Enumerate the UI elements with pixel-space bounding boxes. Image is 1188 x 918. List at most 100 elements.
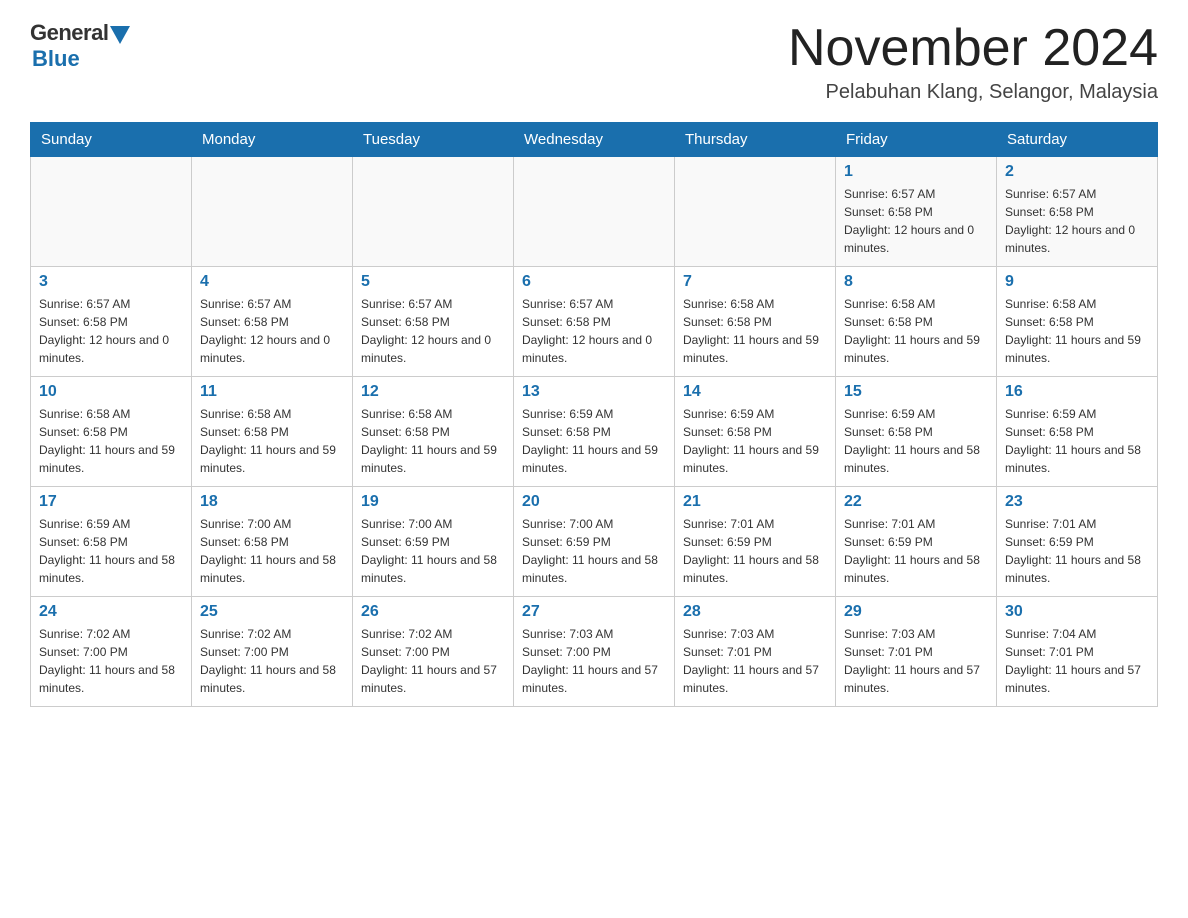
column-header-friday: Friday xyxy=(836,123,997,157)
day-number: 2 xyxy=(1005,163,1149,181)
calendar-cell: 30Sunrise: 7:04 AM Sunset: 7:01 PM Dayli… xyxy=(997,597,1158,707)
day-info: Sunrise: 7:01 AM Sunset: 6:59 PM Dayligh… xyxy=(683,515,827,587)
calendar-cell: 4 Sunrise: 6:57 AM Sunset: 6:58 PM Daylig… xyxy=(192,267,353,377)
calendar-cell: 11Sunrise: 6:58 AM Sunset: 6:58 PM Dayli… xyxy=(192,377,353,487)
day-number: 22 xyxy=(844,493,988,511)
column-header-thursday: Thursday xyxy=(675,123,836,157)
day-info: Sunrise: 7:00 AM Sunset: 6:59 PM Dayligh… xyxy=(522,515,666,587)
day-number: 18 xyxy=(200,493,344,511)
day-number: 9 xyxy=(1005,273,1149,291)
day-number: 3 xyxy=(39,273,183,291)
calendar-cell xyxy=(192,157,353,267)
calendar-cell: 9 Sunrise: 6:58 AM Sunset: 6:58 PM Daylig… xyxy=(997,267,1158,377)
calendar-cell: 3 Sunrise: 6:57 AM Sunset: 6:58 PM Daylig… xyxy=(31,267,192,377)
calendar-cell: 15Sunrise: 6:59 AM Sunset: 6:58 PM Dayli… xyxy=(836,377,997,487)
calendar-week-row: 10Sunrise: 6:58 AM Sunset: 6:58 PM Dayli… xyxy=(31,377,1158,487)
day-number: 13 xyxy=(522,383,666,401)
calendar-cell xyxy=(353,157,514,267)
day-number: 19 xyxy=(361,493,505,511)
month-title: November 2024 xyxy=(788,20,1158,77)
calendar-cell: 19 Sunrise: 7:00 AM Sunset: 6:59 PM Dayli… xyxy=(353,487,514,597)
day-number: 5 xyxy=(361,273,505,291)
day-number: 20 xyxy=(522,493,666,511)
calendar-cell: 22 Sunrise: 7:01 AM Sunset: 6:59 PM Dayli… xyxy=(836,487,997,597)
calendar-cell xyxy=(675,157,836,267)
day-number: 8 xyxy=(844,273,988,291)
calendar-week-row: 17 Sunrise: 6:59 AM Sunset: 6:58 PM Dayli… xyxy=(31,487,1158,597)
logo: General Blue xyxy=(30,20,130,72)
day-info: Sunrise: 7:00 AM Sunset: 6:58 PM Dayligh… xyxy=(200,515,344,587)
day-number: 4 xyxy=(200,273,344,291)
day-number: 16 xyxy=(1005,383,1149,401)
title-section: November 2024 Pelabuhan Klang, Selangor,… xyxy=(788,20,1158,104)
calendar-cell: 18 Sunrise: 7:00 AM Sunset: 6:58 PM Dayli… xyxy=(192,487,353,597)
calendar-cell: 12Sunrise: 6:58 AM Sunset: 6:58 PM Dayli… xyxy=(353,377,514,487)
calendar-cell: 16 Sunrise: 6:59 AM Sunset: 6:58 PM Dayli… xyxy=(997,377,1158,487)
day-info: Sunrise: 6:59 AM Sunset: 6:58 PM Dayligh… xyxy=(39,515,183,587)
day-number: 28 xyxy=(683,603,827,621)
day-info: Sunrise: 7:00 AM Sunset: 6:59 PM Dayligh… xyxy=(361,515,505,587)
logo-blue-text: Blue xyxy=(32,46,80,72)
day-info: Sunrise: 6:59 AM Sunset: 6:58 PM Dayligh… xyxy=(1005,405,1149,477)
day-number: 27 xyxy=(522,603,666,621)
calendar-cell: 24 Sunrise: 7:02 AM Sunset: 7:00 PM Dayli… xyxy=(31,597,192,707)
day-number: 25 xyxy=(200,603,344,621)
day-info: Sunrise: 7:02 AM Sunset: 7:00 PM Dayligh… xyxy=(361,625,505,697)
calendar-cell: 10Sunrise: 6:58 AM Sunset: 6:58 PM Dayli… xyxy=(31,377,192,487)
logo-general-text: General xyxy=(30,20,108,46)
calendar-header-row: SundayMondayTuesdayWednesdayThursdayFrid… xyxy=(31,123,1158,157)
calendar-cell: 14Sunrise: 6:59 AM Sunset: 6:58 PM Dayli… xyxy=(675,377,836,487)
day-number: 24 xyxy=(39,603,183,621)
day-number: 30 xyxy=(1005,603,1149,621)
day-number: 1 xyxy=(844,163,988,181)
calendar-cell xyxy=(31,157,192,267)
day-number: 7 xyxy=(683,273,827,291)
calendar-cell: 1 Sunrise: 6:57 AM Sunset: 6:58 PM Daylig… xyxy=(836,157,997,267)
day-info: Sunrise: 6:58 AM Sunset: 6:58 PM Dayligh… xyxy=(39,405,183,477)
calendar-week-row: 24 Sunrise: 7:02 AM Sunset: 7:00 PM Dayli… xyxy=(31,597,1158,707)
column-header-monday: Monday xyxy=(192,123,353,157)
day-info: Sunrise: 7:02 AM Sunset: 7:00 PM Dayligh… xyxy=(200,625,344,697)
calendar-table: SundayMondayTuesdayWednesdayThursdayFrid… xyxy=(30,122,1158,707)
day-number: 11 xyxy=(200,383,344,401)
calendar-cell: 8Sunrise: 6:58 AM Sunset: 6:58 PM Daylig… xyxy=(836,267,997,377)
page-header: General Blue November 2024 Pelabuhan Kla… xyxy=(30,20,1158,104)
day-info: Sunrise: 6:59 AM Sunset: 6:58 PM Dayligh… xyxy=(522,405,666,477)
calendar-cell: 21Sunrise: 7:01 AM Sunset: 6:59 PM Dayli… xyxy=(675,487,836,597)
calendar-cell: 29 Sunrise: 7:03 AM Sunset: 7:01 PM Dayli… xyxy=(836,597,997,707)
day-info: Sunrise: 6:58 AM Sunset: 6:58 PM Dayligh… xyxy=(683,295,827,367)
day-info: Sunrise: 7:01 AM Sunset: 6:59 PM Dayligh… xyxy=(844,515,988,587)
calendar-cell: 5Sunrise: 6:57 AM Sunset: 6:58 PM Daylig… xyxy=(353,267,514,377)
calendar-cell: 20 Sunrise: 7:00 AM Sunset: 6:59 PM Dayli… xyxy=(514,487,675,597)
day-number: 17 xyxy=(39,493,183,511)
day-info: Sunrise: 7:02 AM Sunset: 7:00 PM Dayligh… xyxy=(39,625,183,697)
day-info: Sunrise: 6:57 AM Sunset: 6:58 PM Dayligh… xyxy=(39,295,183,367)
calendar-cell: 17 Sunrise: 6:59 AM Sunset: 6:58 PM Dayli… xyxy=(31,487,192,597)
calendar-week-row: 1 Sunrise: 6:57 AM Sunset: 6:58 PM Daylig… xyxy=(31,157,1158,267)
calendar-cell: 2 Sunrise: 6:57 AM Sunset: 6:58 PM Daylig… xyxy=(997,157,1158,267)
calendar-week-row: 3 Sunrise: 6:57 AM Sunset: 6:58 PM Daylig… xyxy=(31,267,1158,377)
calendar-cell: 28Sunrise: 7:03 AM Sunset: 7:01 PM Dayli… xyxy=(675,597,836,707)
day-info: Sunrise: 6:57 AM Sunset: 6:58 PM Dayligh… xyxy=(522,295,666,367)
day-info: Sunrise: 6:57 AM Sunset: 6:58 PM Dayligh… xyxy=(1005,185,1149,257)
day-info: Sunrise: 7:01 AM Sunset: 6:59 PM Dayligh… xyxy=(1005,515,1149,587)
day-info: Sunrise: 6:58 AM Sunset: 6:58 PM Dayligh… xyxy=(361,405,505,477)
day-info: Sunrise: 6:57 AM Sunset: 6:58 PM Dayligh… xyxy=(844,185,988,257)
calendar-cell: 13 Sunrise: 6:59 AM Sunset: 6:58 PM Dayli… xyxy=(514,377,675,487)
calendar-cell: 6 Sunrise: 6:57 AM Sunset: 6:58 PM Daylig… xyxy=(514,267,675,377)
day-info: Sunrise: 7:03 AM Sunset: 7:00 PM Dayligh… xyxy=(522,625,666,697)
column-header-saturday: Saturday xyxy=(997,123,1158,157)
day-info: Sunrise: 7:03 AM Sunset: 7:01 PM Dayligh… xyxy=(844,625,988,697)
column-header-tuesday: Tuesday xyxy=(353,123,514,157)
day-info: Sunrise: 6:58 AM Sunset: 6:58 PM Dayligh… xyxy=(1005,295,1149,367)
day-number: 26 xyxy=(361,603,505,621)
column-header-wednesday: Wednesday xyxy=(514,123,675,157)
calendar-cell: 27 Sunrise: 7:03 AM Sunset: 7:00 PM Dayli… xyxy=(514,597,675,707)
calendar-cell: 26 Sunrise: 7:02 AM Sunset: 7:00 PM Dayli… xyxy=(353,597,514,707)
day-number: 29 xyxy=(844,603,988,621)
day-number: 6 xyxy=(522,273,666,291)
day-info: Sunrise: 6:59 AM Sunset: 6:58 PM Dayligh… xyxy=(844,405,988,477)
calendar-cell: 25 Sunrise: 7:02 AM Sunset: 7:00 PM Dayli… xyxy=(192,597,353,707)
logo-triangle-icon xyxy=(110,26,130,44)
day-info: Sunrise: 6:57 AM Sunset: 6:58 PM Dayligh… xyxy=(200,295,344,367)
